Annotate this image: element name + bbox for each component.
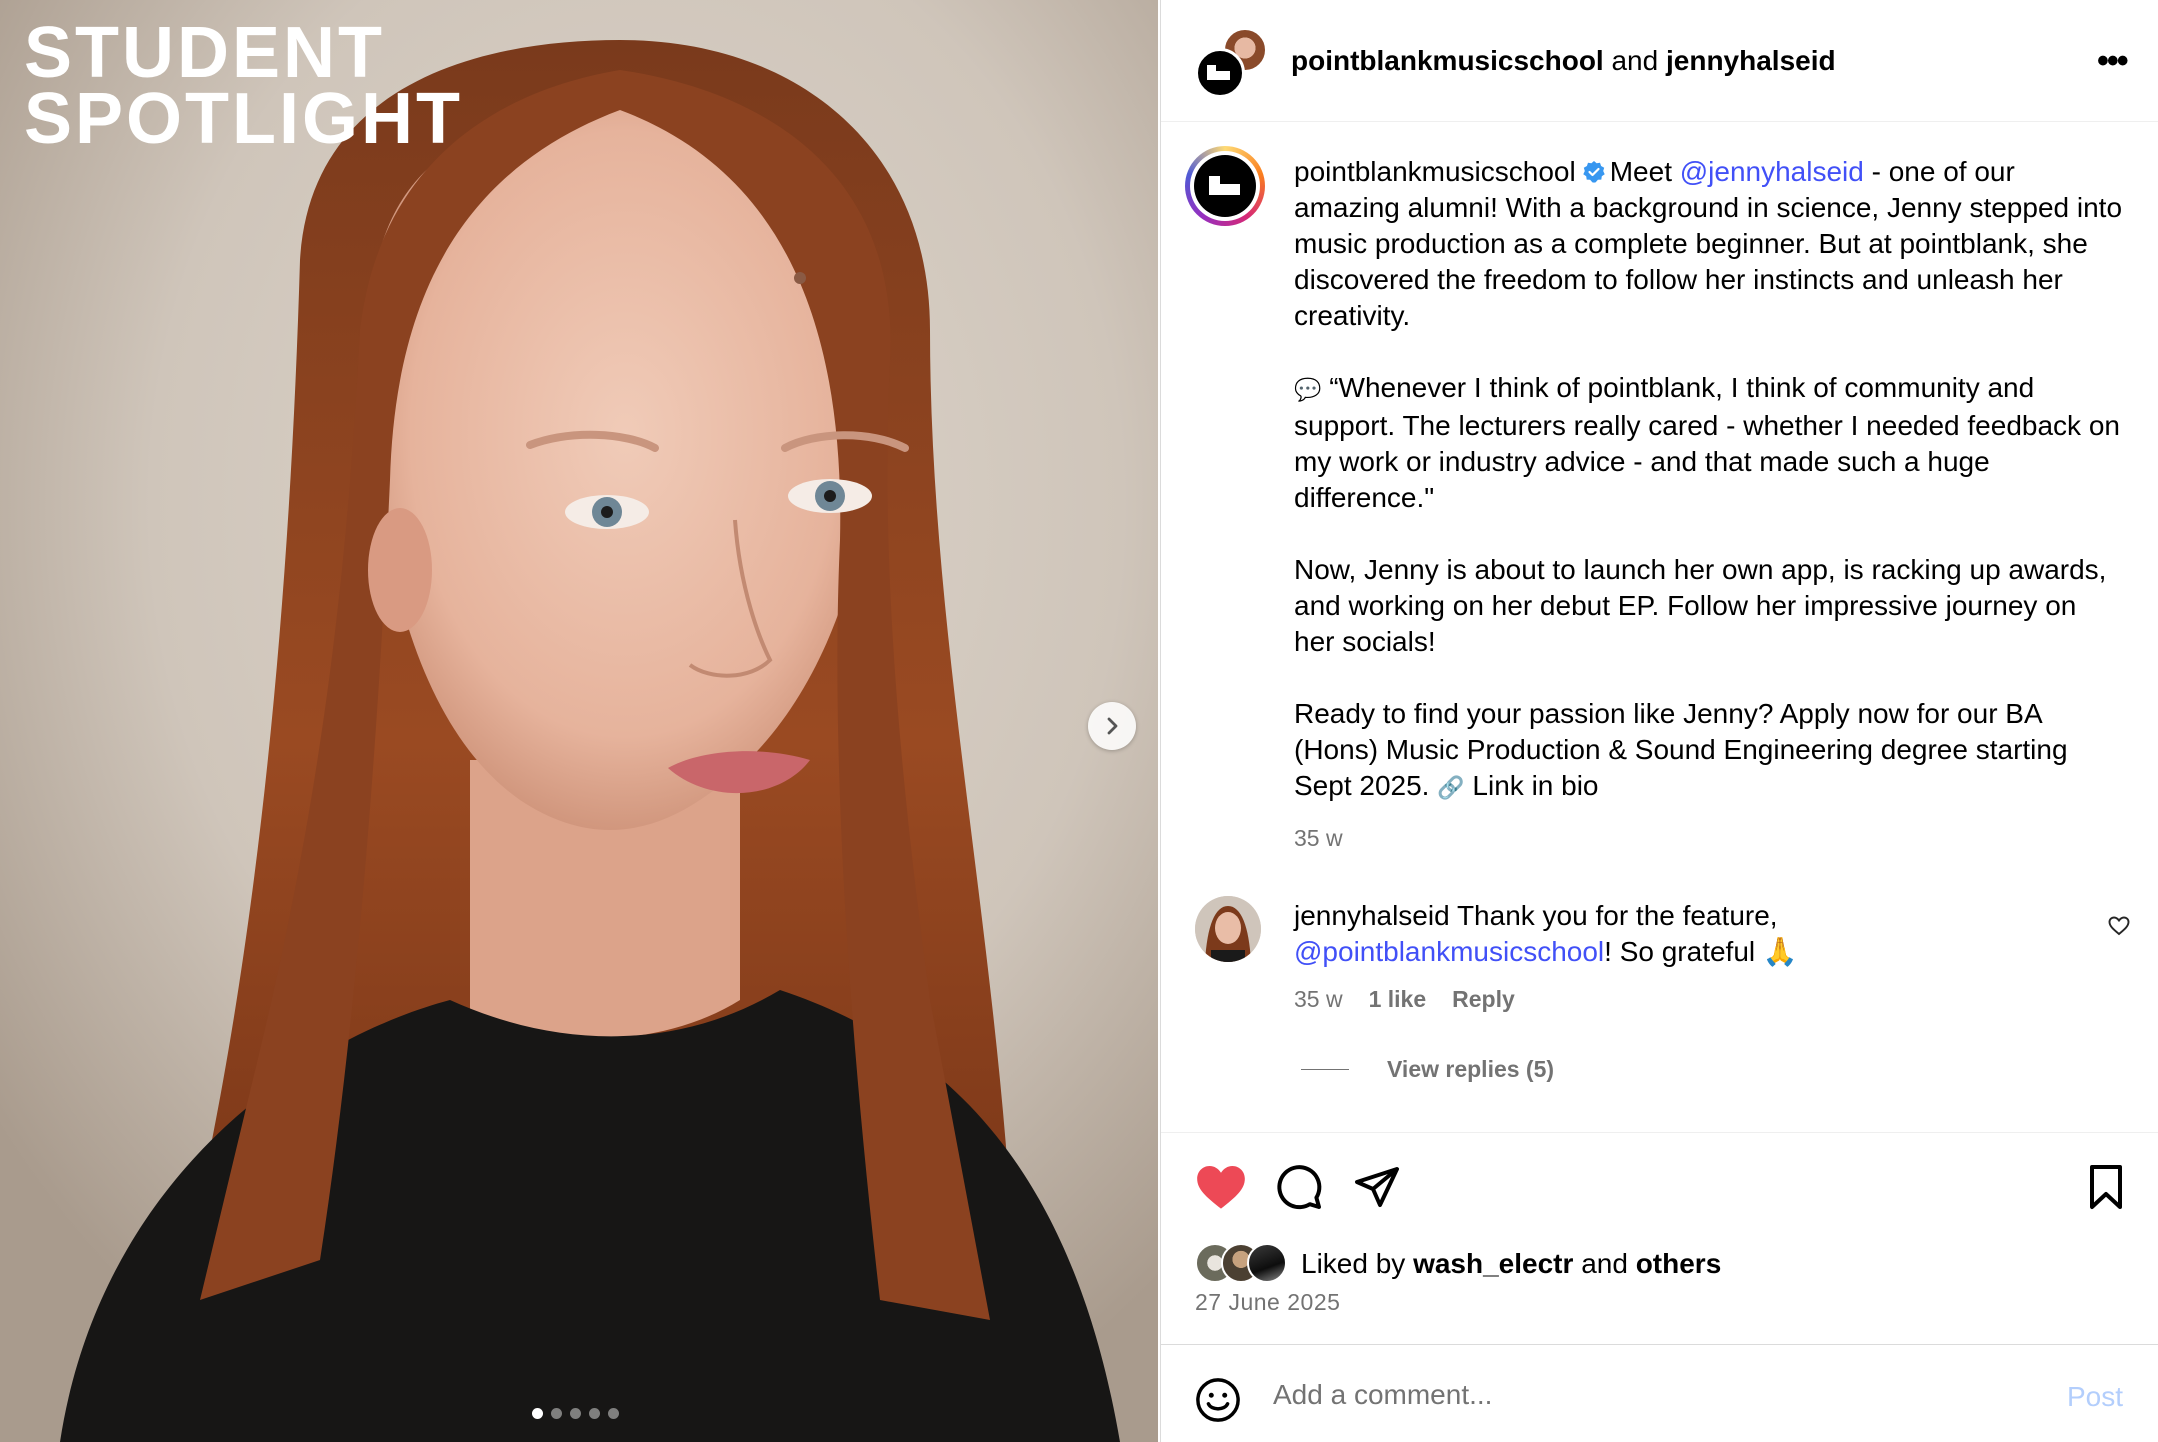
comment-reply-button[interactable]: Reply <box>1452 986 1515 1013</box>
pointblank-logo-icon <box>1207 65 1230 80</box>
caption-username[interactable]: pointblankmusicschool <box>1294 156 1576 187</box>
authors-joiner: and <box>1611 45 1659 76</box>
post-actions: Liked by wash_electr and others 27 June … <box>1161 1132 2158 1344</box>
replies-divider <box>1301 1069 1349 1070</box>
comment-meta: 35 w 1 like Reply <box>1294 986 1515 1013</box>
carousel-indicator <box>532 1408 619 1419</box>
verified-badge-icon <box>1583 161 1605 183</box>
post-comment-button[interactable]: Post <box>2067 1381 2123 1413</box>
emoji-picker-icon[interactable] <box>1195 1377 1241 1423</box>
carousel-dot <box>589 1408 600 1419</box>
comment-bubble-icon[interactable] <box>1275 1163 1323 1211</box>
caption-intro-prefix: Meet <box>1609 156 1672 187</box>
like-heart-filled-icon[interactable] <box>1195 1163 1247 1211</box>
liked-by-others[interactable]: others <box>1636 1248 1722 1280</box>
comment-text: jennyhalseid Thank you for the feature, … <box>1294 898 2054 970</box>
post-authors: pointblankmusicschool and jennyhalseid <box>1291 44 1836 78</box>
author-link-jenny[interactable]: jennyhalseid <box>1666 45 1836 76</box>
carousel-dot <box>551 1408 562 1419</box>
comment-like-heart-icon[interactable] <box>2107 914 2131 938</box>
collab-avatars[interactable] <box>1195 26 1269 100</box>
liker-avatars[interactable] <box>1195 1243 1297 1285</box>
folded-hands-emoji: 🙏 <box>1762 936 1798 967</box>
view-replies-button[interactable]: View replies (5) <box>1301 1056 1554 1083</box>
link-icon: 🔗 <box>1437 775 1465 800</box>
caption-mention-jenny[interactable]: @jennyhalseid <box>1680 156 1864 187</box>
post-header: pointblankmusicschool and jennyhalseid •… <box>1161 0 2158 122</box>
add-comment-bar: Post <box>1161 1344 2158 1442</box>
caption-text: pointblankmusicschool Meet @jennyhalseid … <box>1294 154 2124 856</box>
liked-by-joiner: and <box>1581 1248 1628 1279</box>
avatar-pointblank[interactable] <box>1195 48 1245 98</box>
liked-by-prefix: Liked by <box>1301 1248 1406 1279</box>
caption-age: 35 w <box>1294 825 1343 851</box>
comment-avatar[interactable] <box>1195 896 1261 962</box>
jenny-avatar-image <box>1195 896 1261 962</box>
save-bookmark-icon[interactable] <box>2085 1163 2127 1211</box>
liked-by-user[interactable]: wash_electr <box>1413 1248 1573 1280</box>
view-replies-label: View replies (5) <box>1387 1056 1555 1082</box>
caption-quote: “Whenever I think of pointblank, I think… <box>1294 372 2120 513</box>
post-media[interactable]: STUDENT SPOTLIGHT <box>0 0 1158 1442</box>
liker-avatar <box>1247 1243 1287 1283</box>
pointblank-logo-icon <box>1209 176 1240 195</box>
carousel-dot <box>532 1408 543 1419</box>
comment-age: 35 w <box>1294 986 1343 1012</box>
post-date[interactable]: 27 June 2025 <box>1195 1289 1340 1316</box>
carousel-dot <box>570 1408 581 1419</box>
more-options-icon[interactable]: ••• <box>2097 44 2129 78</box>
speech-bubble-icon: 💬 <box>1294 377 1322 402</box>
comment-username[interactable]: jennyhalseid <box>1294 900 1450 931</box>
share-paper-plane-icon[interactable] <box>1353 1163 1401 1211</box>
portrait-photo <box>0 0 1158 1442</box>
student-spotlight-overlay: STUDENT SPOTLIGHT <box>24 13 463 159</box>
liked-by-summary: Liked by wash_electr and others <box>1195 1243 1721 1285</box>
comment-body-start: Thank you for the feature, <box>1456 900 1778 931</box>
caption-link-text: Link in bio <box>1472 770 1599 801</box>
add-comment-input[interactable] <box>1273 1375 1973 1415</box>
caption-paragraph-4: Ready to find your passion like Jenny? A… <box>1294 698 2068 801</box>
caption-paragraph-3: Now, Jenny is about to launch her own ap… <box>1294 554 2107 657</box>
caption-avatar[interactable] <box>1185 146 1265 226</box>
author-link-pointblank[interactable]: pointblankmusicschool <box>1291 45 1604 76</box>
comment-body-end: ! So grateful <box>1604 936 1756 967</box>
chevron-right-icon <box>1107 717 1118 735</box>
comment-like-count[interactable]: 1 like <box>1369 986 1427 1013</box>
overlay-line-1: STUDENT <box>24 13 385 93</box>
carousel-dot <box>608 1408 619 1419</box>
comment-mention[interactable]: @pointblankmusicschool <box>1294 936 1604 967</box>
next-image-button[interactable] <box>1088 702 1136 750</box>
post-side-panel: pointblankmusicschool and jennyhalseid •… <box>1160 0 2158 1442</box>
instagram-post-view: STUDENT SPOTLIGHT pointblankmusicschool … <box>0 0 2158 1442</box>
overlay-line-2: SPOTLIGHT <box>24 79 463 159</box>
